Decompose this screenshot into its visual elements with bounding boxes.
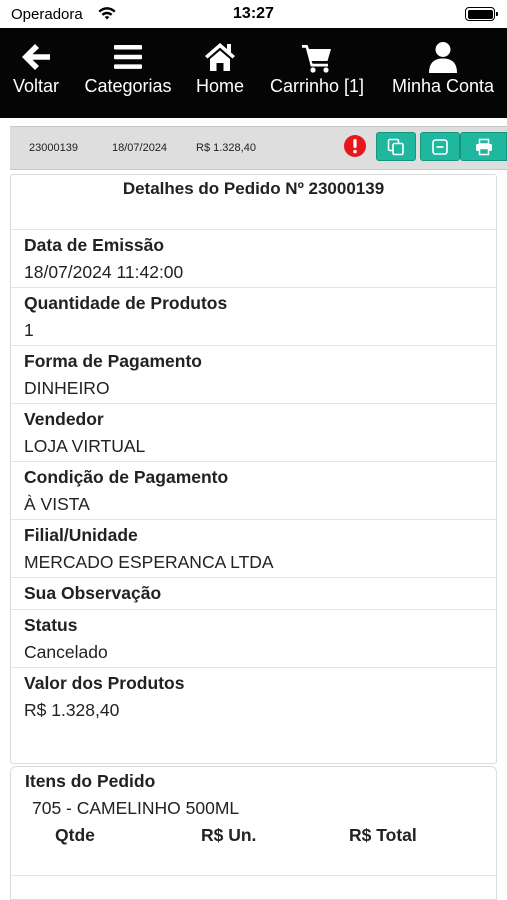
column-header-quantity: Qtde [55,825,95,845]
detail-label: Sua Observação [24,583,162,603]
alert-icon[interactable] [343,134,367,158]
detail-value: 1 [24,320,34,340]
detail-label: Status [24,615,78,635]
detail-label: Vendedor [24,409,104,429]
order-details-card: Detalhes do Pedido Nº 23000139 Data de E… [10,174,497,764]
print-icon [475,138,492,155]
status-bar: Operadora 13:27 [0,0,507,28]
clock: 13:27 [233,5,274,22]
nav-account-label: Minha Conta [391,76,495,96]
order-items-title: Itens do Pedido [25,771,156,791]
cart-icon [302,45,331,73]
detail-payment-method: Forma de Pagamento DINHEIRO [11,345,496,403]
order-summary-row[interactable]: 23000139 18/07/2024 R$ 1.328,40 [10,126,507,170]
detail-label: Forma de Pagamento [24,351,202,371]
copy-order-button[interactable] [376,132,416,161]
detail-label: Valor dos Produtos [24,673,185,693]
column-header-unit-price: R$ Un. [201,825,257,845]
detail-value: Cancelado [24,642,108,662]
collapse-order-button[interactable] [420,132,460,161]
order-items-card: Itens do Pedido 705 - CAMELINHO 500ML Qt… [10,766,497,900]
battery-icon [465,7,498,21]
detail-seller: Vendedor LOJA VIRTUAL [11,403,496,461]
item-product-name: 705 - CAMELINHO 500ML [32,798,240,818]
detail-status: Status Cancelado [11,609,496,667]
copy-icon [387,138,404,155]
detail-value: LOJA VIRTUAL [24,436,146,456]
detail-products-value: Valor dos Produtos R$ 1.328,40 [11,667,496,763]
detail-product-quantity: Quantidade de Produtos 1 [11,287,496,345]
detail-label: Quantidade de Produtos [24,293,228,313]
nav-home-label: Home [195,76,244,96]
nav-cart-label: Carrinho [1] [269,76,365,96]
nav-back-label: Voltar [12,76,60,96]
detail-label: Filial/Unidade [24,525,138,545]
menu-icon [114,45,142,69]
nav-categories-button[interactable]: Categorias [80,28,176,118]
detail-label: Data de Emissão [24,235,165,255]
nav-back-button[interactable]: Voltar [4,28,68,118]
detail-value: R$ 1.328,40 [24,700,120,720]
order-number: 23000139 [29,142,78,154]
home-icon [205,43,235,71]
nav-home-button[interactable]: Home [190,28,250,118]
detail-label: Condição de Pagamento [24,467,229,487]
detail-value: DINHEIRO [24,378,110,398]
user-icon [429,42,457,73]
detail-value: À VISTA [24,494,90,514]
nav-cart-button[interactable]: Carrinho [1] [264,28,370,118]
nav-categories-label: Categorias [84,76,172,96]
order-details-title: Detalhes do Pedido Nº 23000139 [122,179,385,198]
main-nav-bar: Voltar Categorias Home Carrinho [1] Minh… [0,28,507,118]
detail-value: 18/07/2024 11:42:00 [24,262,184,282]
order-date: 18/07/2024 [112,142,168,154]
collapse-icon [432,138,448,155]
print-order-button[interactable] [460,132,507,161]
order-total: R$ 1.328,40 [196,142,256,154]
items-divider [11,875,496,876]
detail-branch: Filial/Unidade MERCADO ESPERANCA LTDA [11,519,496,577]
detail-payment-condition: Condição de Pagamento À VISTA [11,461,496,519]
detail-value: MERCADO ESPERANCA LTDA [24,552,274,572]
detail-observation: Sua Observação [11,577,496,609]
column-header-total: R$ Total [349,825,417,845]
arrow-left-icon [22,44,50,70]
detail-issue-date: Data de Emissão 18/07/2024 11:42:00 [11,229,496,287]
nav-account-button[interactable]: Minha Conta [384,28,502,118]
